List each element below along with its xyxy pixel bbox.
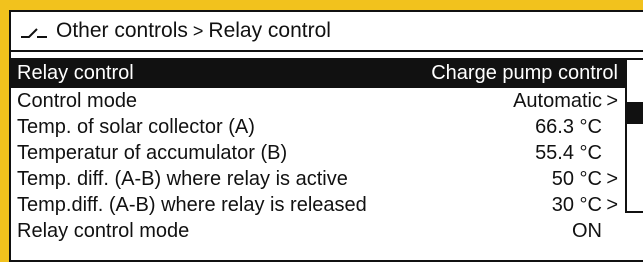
breadcrumb-parent[interactable]: Other controls bbox=[56, 19, 188, 43]
chevron-right-icon: > bbox=[606, 194, 618, 216]
row-label: Relay control bbox=[17, 62, 134, 84]
row-value: ON bbox=[572, 220, 602, 242]
row-value: 30 °C > bbox=[551, 194, 618, 216]
scrollbar-thumb[interactable] bbox=[627, 102, 643, 124]
row-label: Temp. of solar collector (A) bbox=[17, 116, 255, 138]
row-value: Charge pump control bbox=[431, 62, 618, 84]
row-label: Temp. diff. (A-B) where relay is active bbox=[17, 168, 348, 190]
row-control-mode[interactable]: Control mode Automatic > bbox=[11, 88, 626, 114]
breadcrumb-current: Relay control bbox=[208, 19, 331, 42]
settings-list: Relay control Charge pump control Contro… bbox=[11, 58, 626, 244]
cropped-title-strip bbox=[0, 0, 643, 8]
controller-screen: Other controls > Relay control Relay con… bbox=[9, 10, 643, 262]
row-label: Temp.diff. (A-B) where relay is released bbox=[17, 194, 367, 216]
header-divider bbox=[11, 50, 643, 52]
row-relay-control[interactable]: Relay control Charge pump control bbox=[11, 58, 626, 88]
row-label: Control mode bbox=[17, 90, 138, 112]
row-temp-diff-released[interactable]: Temp.diff. (A-B) where relay is released… bbox=[11, 192, 626, 218]
row-value: 50 °C > bbox=[551, 168, 618, 190]
row-value: 66.3 °C bbox=[535, 116, 602, 138]
relay-icon bbox=[21, 28, 47, 38]
row-label: Relay control mode bbox=[17, 220, 190, 242]
scrollbar[interactable] bbox=[625, 58, 643, 213]
chevron-right-icon: > bbox=[606, 90, 618, 112]
breadcrumb: Other controls > Relay control bbox=[11, 12, 643, 50]
row-label: Temperatur of accumulator (B) bbox=[17, 142, 288, 164]
row-value: Automatic > bbox=[513, 90, 618, 112]
row-accumulator-temp[interactable]: Temperatur of accumulator (B) 55.4 °C bbox=[11, 140, 626, 166]
row-relay-control-mode[interactable]: Relay control mode ON bbox=[11, 218, 626, 244]
row-collector-temp[interactable]: Temp. of solar collector (A) 66.3 °C bbox=[11, 114, 626, 140]
breadcrumb-separator: > bbox=[192, 20, 204, 41]
row-temp-diff-active[interactable]: Temp. diff. (A-B) where relay is active … bbox=[11, 166, 626, 192]
row-value: 55.4 °C bbox=[535, 142, 602, 164]
chevron-right-icon: > bbox=[606, 168, 618, 190]
